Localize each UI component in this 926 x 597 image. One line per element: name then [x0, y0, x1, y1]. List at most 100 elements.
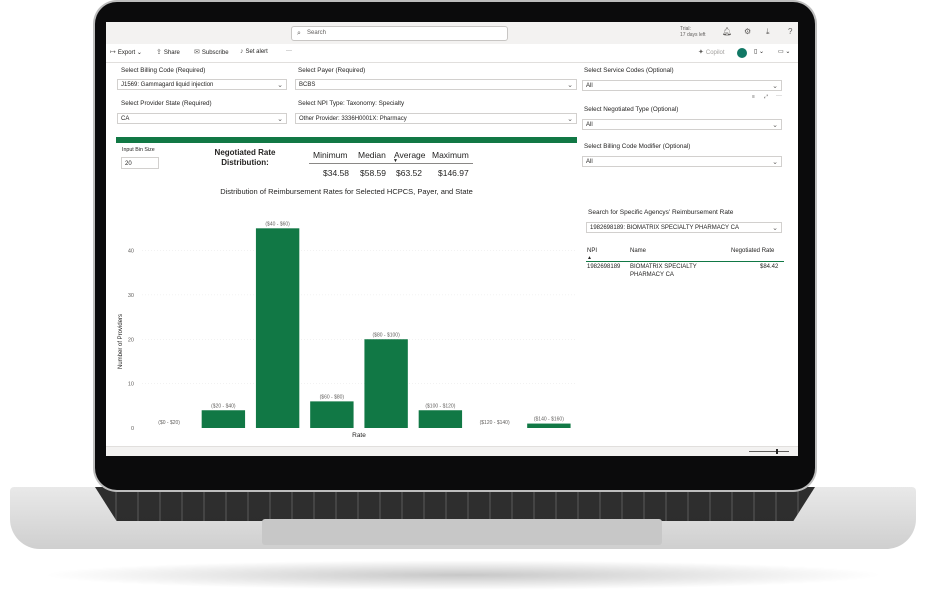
bar	[201, 410, 246, 428]
gear-icon[interactable]: ⚙	[744, 27, 751, 36]
status-bar	[106, 446, 798, 456]
payer-dropdown[interactable]: BCBS ⌄	[295, 79, 577, 90]
stat-value-minimum: $34.58	[323, 168, 349, 178]
y-tick-label: 10	[128, 382, 134, 388]
stat-value-maximum: $146.97	[438, 168, 469, 178]
export-icon: ↦	[110, 49, 116, 56]
table-header-divider	[586, 261, 784, 262]
row-npi: 1982698189	[587, 264, 621, 270]
laptop-shadow	[40, 560, 886, 590]
chevron-down-icon: ⌄	[277, 82, 283, 89]
subscribe-icon: ✉	[194, 49, 200, 56]
subscribe-button[interactable]: ✉ Subscribe	[194, 48, 229, 56]
billing-code-label: Select Billing Code (Required)	[121, 67, 206, 74]
x-axis-label: Rate	[352, 432, 366, 439]
bar-data-label: ($80 - $100)	[373, 332, 401, 338]
agency-search-dropdown[interactable]: 1982698189: BIOMATRIX SPECIALTY PHARMACY…	[586, 222, 782, 233]
y-tick-label: 40	[128, 249, 134, 255]
bin-size-input[interactable]: 20	[121, 157, 159, 169]
stat-header-median[interactable]: Median	[358, 150, 386, 160]
top-bar: ⌕ Search Trial: 17 days left 🔔︎ ⚙ ⤓ ?	[106, 22, 798, 45]
service-codes-dropdown[interactable]: All ⌄	[582, 80, 782, 91]
column-header-name[interactable]: Name	[630, 248, 646, 254]
zoom-slider[interactable]	[749, 451, 789, 452]
bar-data-label: ($120 - $140)	[480, 420, 510, 426]
billing-modifier-label: Select Billing Code Modifier (Optional)	[584, 143, 691, 150]
y-axis-label: Number of Providers	[118, 314, 124, 369]
share-button[interactable]: ⇪ Share	[156, 48, 180, 56]
visual-more-icon[interactable]: ···	[776, 93, 782, 99]
chevron-down-icon: ⌄	[772, 159, 778, 166]
chevron-down-icon: ⌄	[567, 82, 573, 89]
filter-icon[interactable]: ≡	[752, 94, 755, 100]
chevron-down-icon: ⌄	[772, 225, 778, 232]
bar	[527, 423, 571, 428]
laptop-keyboard	[95, 487, 815, 521]
npi-type-dropdown[interactable]: Other Provider: 3336H0001X: Pharmacy ⌄	[295, 113, 577, 124]
npi-type-label: Select NPI Type: Taxonomy: Specialty	[298, 100, 405, 107]
bar-data-label: ($40 - $60)	[265, 221, 290, 227]
bar	[418, 410, 463, 428]
alert-bell-icon: ♪	[240, 48, 244, 55]
stat-header-minimum[interactable]: Minimum	[313, 150, 347, 160]
stat-value-average: $63.52	[396, 168, 422, 178]
chart-title: Distribution of Reimbursement Rates for …	[220, 187, 473, 196]
share-icon: ⇪	[156, 49, 162, 56]
copilot-icon: ✦	[698, 49, 704, 56]
chevron-down-icon: ⌄	[772, 122, 778, 129]
bar	[255, 228, 300, 428]
y-tick-label: 20	[128, 337, 134, 343]
row-name: BIOMATRIX SPECIALTY PHARMACY CA	[630, 264, 697, 278]
section-divider	[116, 137, 577, 143]
bar	[310, 401, 354, 428]
y-tick-label: 30	[128, 293, 134, 299]
download-icon[interactable]: ⤓	[766, 27, 770, 37]
bin-size-label: Input Bin Size	[122, 147, 155, 153]
row-rate: $84.42	[760, 264, 779, 270]
view-icon[interactable]: ▭ ⌄	[778, 48, 790, 55]
y-tick-label: 0	[131, 426, 134, 432]
bookmark-icon[interactable]: ▯ ⌄	[754, 48, 764, 55]
trial-status: Trial: 17 days left	[680, 26, 706, 38]
chevron-down-icon: ⌄	[772, 83, 778, 90]
provider-state-label: Select Provider State (Required)	[121, 100, 212, 107]
billing-modifier-dropdown[interactable]: All ⌄	[582, 156, 782, 167]
bar	[364, 339, 408, 428]
stat-value-median: $58.59	[360, 168, 386, 178]
billing-code-dropdown[interactable]: J1569: Gammagard liquid injection ⌄	[117, 79, 287, 90]
column-header-npi[interactable]: NPI	[587, 248, 597, 254]
stats-divider	[309, 163, 473, 164]
copilot-button[interactable]: ✦ Copilot	[698, 48, 725, 56]
stat-header-maximum[interactable]: Maximum	[432, 150, 469, 160]
bar-data-label: ($140 - $160)	[534, 417, 564, 423]
column-header-rate[interactable]: Negotiated Rate	[731, 248, 774, 254]
app-screen: ⌕ Search Trial: 17 days left 🔔︎ ⚙ ⤓ ? ↦ E…	[106, 22, 798, 456]
search-icon: ⌕	[297, 30, 301, 37]
reimbursement-bar-chart: 0 10 20 30 40 ($0 - $20) ($20 - $40) ($40 - $60…	[118, 221, 576, 439]
agency-search-label: Search for Specific Agencys' Reimburseme…	[588, 209, 734, 216]
set-alert-button[interactable]: ♪ Set alert	[240, 48, 268, 55]
negotiated-type-label: Select Negotiated Type (Optional)	[584, 106, 679, 113]
bar-data-label: ($20 - $40)	[211, 403, 236, 409]
stat-header-average[interactable]: Average	[394, 150, 426, 160]
zoom-slider-handle[interactable]	[776, 449, 778, 454]
chevron-down-icon: ⌄	[567, 116, 573, 123]
help-icon[interactable]: ?	[788, 27, 792, 36]
service-codes-label: Select Service Codes (Optional)	[584, 67, 674, 74]
search-input[interactable]: ⌕ Search	[291, 26, 508, 41]
export-button[interactable]: ↦ Export ⌄	[110, 48, 142, 56]
chevron-down-icon: ⌄	[277, 116, 283, 123]
more-options-button[interactable]: ···	[286, 48, 292, 54]
payer-label: Select Payer (Required)	[298, 67, 366, 74]
distribution-title: Negotiated Rate Distribution:	[214, 148, 276, 167]
bar-data-label: ($100 - $120)	[425, 403, 455, 409]
provider-state-dropdown[interactable]: CA ⌄	[117, 113, 287, 124]
laptop-trackpad	[262, 519, 662, 545]
negotiated-type-dropdown[interactable]: All ⌄	[582, 119, 782, 130]
expand-icon[interactable]: ⤢	[764, 94, 768, 100]
report-toolbar: ↦ Export ⌄ ⇪ Share ✉ Subscribe ♪ Set alert ·…	[106, 44, 798, 63]
bar-data-label: ($60 - $80)	[320, 394, 345, 400]
bar-data-label: ($0 - $20)	[158, 420, 180, 426]
bell-icon[interactable]: 🔔︎	[722, 27, 732, 36]
avatar[interactable]	[737, 48, 747, 58]
